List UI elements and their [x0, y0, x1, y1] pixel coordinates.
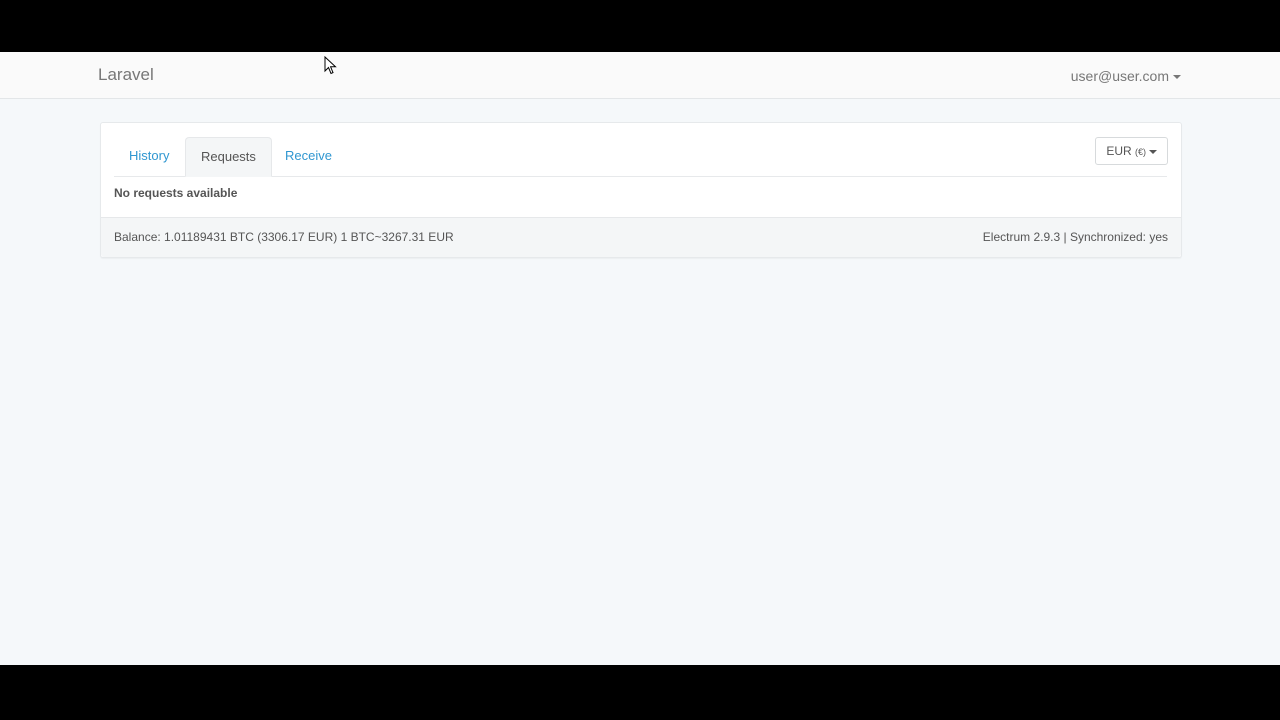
wallet-tabs: History Requests Receive — [114, 137, 1167, 177]
tab-history[interactable]: History — [114, 137, 184, 175]
currency-code: EUR — [1106, 144, 1132, 158]
top-navbar: Laravel user@user.com — [0, 52, 1280, 99]
mouse-pointer-icon — [324, 56, 337, 75]
currency-symbol: (€) — [1135, 147, 1146, 157]
app-frame: Laravel user@user.com History Requests R… — [0, 52, 1280, 665]
user-email-label: user@user.com — [1070, 68, 1169, 84]
caret-down-icon — [1173, 75, 1181, 80]
user-menu-dropdown[interactable]: user@user.com — [1071, 67, 1181, 85]
caret-down-icon — [1149, 149, 1157, 154]
panel-footer: Balance: 1.01189431 BTC (3306.17 EUR) 1 … — [101, 217, 1181, 257]
no-requests-message: No requests available — [114, 186, 238, 200]
balance-text: Balance: 1.01189431 BTC (3306.17 EUR) 1 … — [114, 230, 454, 244]
brand-link[interactable]: Laravel — [98, 65, 154, 85]
wallet-panel: History Requests Receive EUR (€) No requ… — [100, 122, 1182, 258]
tab-receive[interactable]: Receive — [270, 137, 347, 175]
electrum-status-text: Electrum 2.9.3 | Synchronized: yes — [982, 230, 1168, 244]
tab-requests[interactable]: Requests — [185, 137, 272, 177]
currency-dropdown-button[interactable]: EUR (€) — [1095, 137, 1168, 165]
